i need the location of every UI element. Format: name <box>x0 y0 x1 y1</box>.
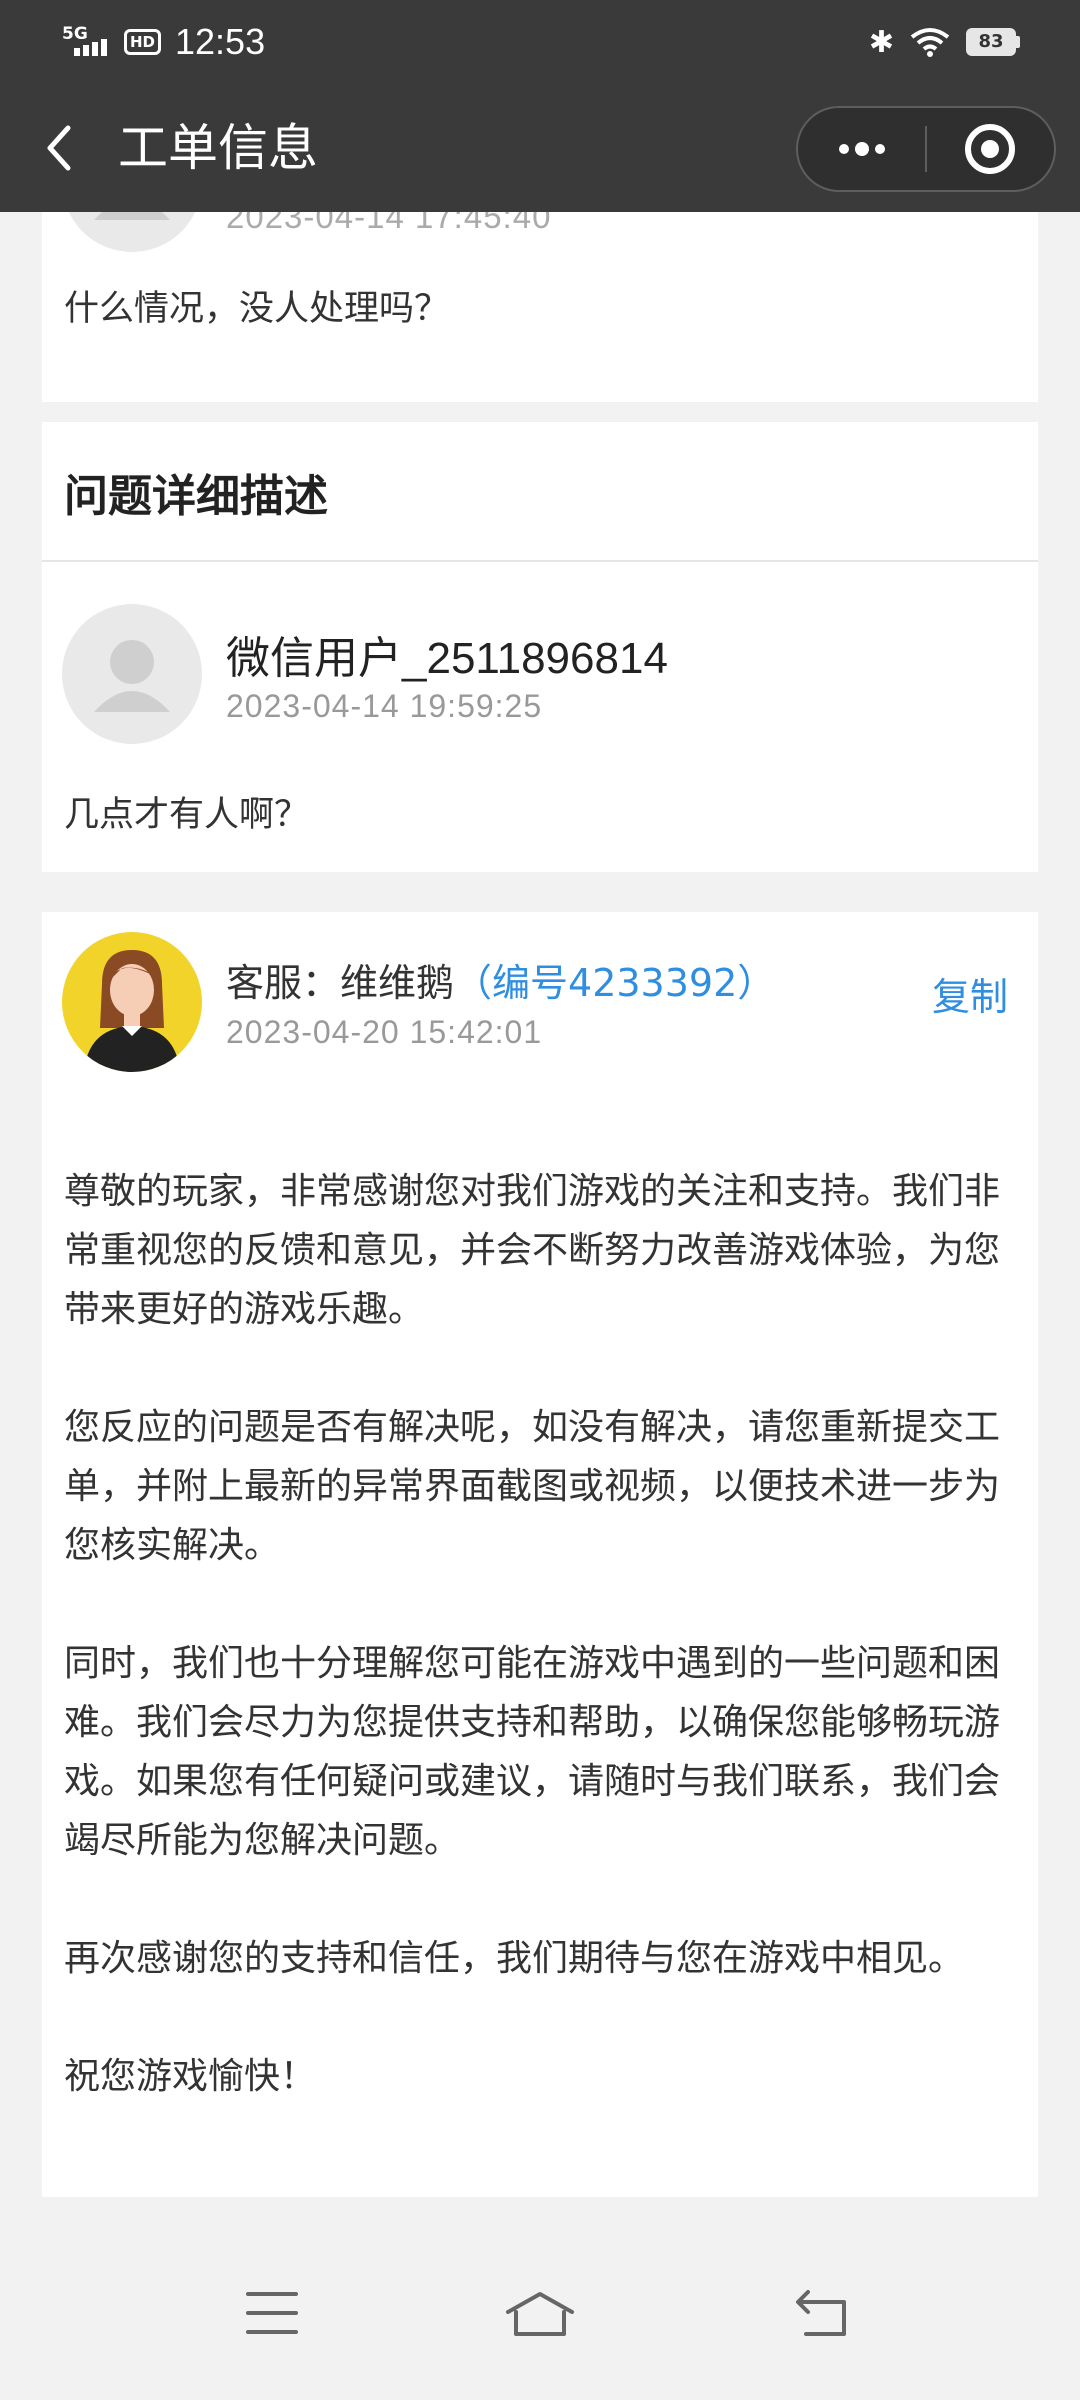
user-placeholder-icon <box>94 212 170 220</box>
mini-program-capsule <box>796 106 1056 192</box>
hd-badge: HD <box>124 29 162 55</box>
description-card: 问题详细描述 微信用户_2511896814 2023-04-14 19:59:… <box>42 422 1038 872</box>
comment-text: 什么情况，没人处理吗？ <box>64 289 450 329</box>
status-right: ✱ 83 <box>869 25 1020 60</box>
divider <box>42 560 1038 562</box>
battery-level: 83 <box>966 28 1016 56</box>
target-close-icon[interactable] <box>927 108 1054 190</box>
home-icon[interactable] <box>504 2288 576 2340</box>
agent-avatar <box>62 932 202 1072</box>
reply-paragraph: 同时，我们也十分理解您可能在游戏中遇到的一些问题和困难。我们会尽力为您提供支持和… <box>64 1643 1001 1861</box>
more-dots-icon[interactable] <box>798 108 925 190</box>
reply-paragraph: 您反应的问题是否有解决呢，如没有解决，请您重新提交工单，并附上最新的异常界面截图… <box>64 1407 1001 1566</box>
avatar <box>62 604 202 744</box>
reply-paragraph: 祝您游戏愉快！ <box>64 2056 317 2097</box>
status-time: 12:53 <box>175 21 266 62</box>
status-left: 5G HD 12:53 <box>62 21 265 63</box>
reply-paragraph: 再次感谢您的支持和信任，我们期待与您在游戏中相见。 <box>64 1938 965 1979</box>
back-return-icon[interactable] <box>792 2288 852 2340</box>
agent-id: （编号4233392） <box>454 961 776 1005</box>
user-name: 微信用户_2511896814 <box>226 634 668 683</box>
post-time: 2023-04-14 19:59:25 <box>226 688 543 724</box>
reply-paragraph: 尊敬的玩家，非常感谢您对我们游戏的关注和支持。我们非常重视您的反馈和意见，并会不… <box>64 1171 1001 1330</box>
user-placeholder-icon <box>94 640 170 712</box>
comment-card: 2023-04-14 17:45:40 什么情况，没人处理吗？ <box>42 212 1038 402</box>
reply-body: 尊敬的玩家，非常感谢您对我们游戏的关注和支持。我们非常重视您的反馈和意见，并会不… <box>64 1162 1024 2106</box>
chevron-left-icon[interactable] <box>38 118 82 178</box>
reply-time: 2023-04-20 15:42:01 <box>226 1014 543 1050</box>
agent-line: 客服：维维鹅（编号4233392） <box>226 952 775 1007</box>
signal-icon: 5G <box>62 24 110 60</box>
description-text: 几点才有人啊？ <box>64 795 310 835</box>
bluetooth-icon: ✱ <box>868 24 894 60</box>
nav-bar: 工单信息 <box>0 84 1080 212</box>
wifi-icon <box>910 28 950 57</box>
system-nav-bar <box>0 2242 1080 2400</box>
reply-card: 客服：维维鹅（编号4233392） 复制 2023-04-20 15:42:01… <box>42 912 1038 2197</box>
copy-button[interactable]: 复制 <box>932 966 1008 1021</box>
ticket-content: 2023-04-14 17:45:40 什么情况，没人处理吗？ 问题详细描述 微… <box>0 212 1080 2242</box>
agent-avatar-image <box>84 950 180 1072</box>
page-title: 工单信息 <box>118 119 318 177</box>
menu-icon[interactable] <box>244 2288 300 2338</box>
comment-time: 2023-04-14 17:45:40 <box>226 212 552 235</box>
avatar <box>62 212 202 252</box>
status-bar: 5G HD 12:53 ✱ 83 <box>0 0 1080 84</box>
battery-icon: 83 <box>966 28 1020 56</box>
agent-name: 客服：维维鹅 <box>226 961 455 1005</box>
section-title: 问题详细描述 <box>64 471 328 522</box>
